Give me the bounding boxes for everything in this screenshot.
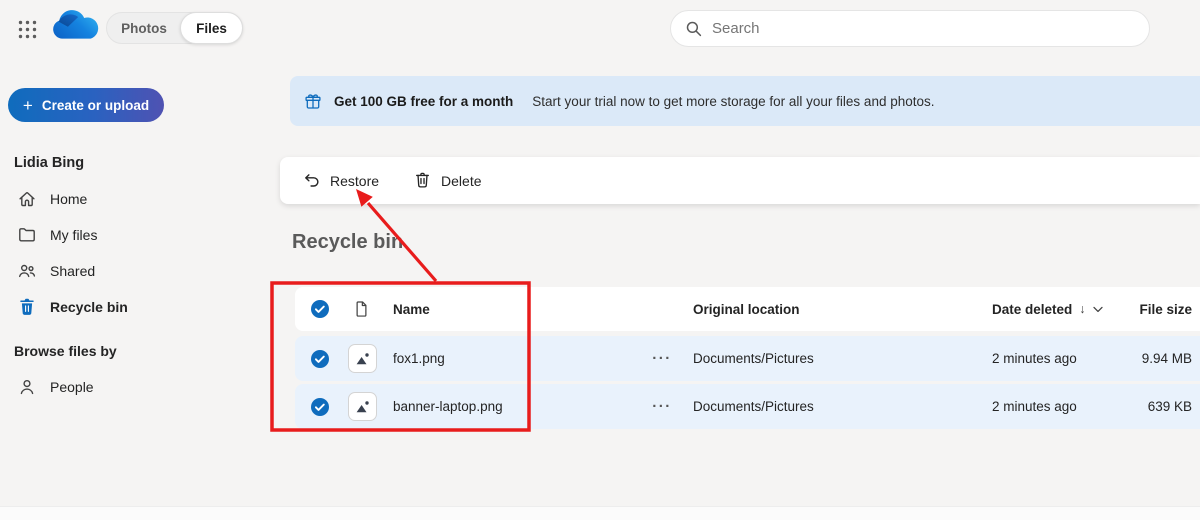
image-file-icon xyxy=(348,384,377,429)
restore-button[interactable]: Restore xyxy=(292,165,389,196)
file-type-column-icon xyxy=(352,287,371,331)
storage-promo-banner[interactable]: Get 100 GB free for a month Start your t… xyxy=(290,76,1200,126)
restore-label: Restore xyxy=(330,172,380,189)
sidebar-item-people[interactable]: People xyxy=(8,369,270,405)
content-bottom-edge xyxy=(0,506,1200,520)
page-title: Recycle bin xyxy=(292,231,404,253)
column-header-original-location[interactable]: Original location xyxy=(693,287,800,331)
banner-subtitle: Start your trial now to get more storage… xyxy=(532,93,935,109)
trash-icon xyxy=(413,171,432,190)
column-header-name[interactable]: Name xyxy=(393,287,430,331)
delete-label: Delete xyxy=(441,172,482,189)
command-toolbar: Restore Delete xyxy=(280,157,1200,204)
more-actions-button[interactable]: ··· xyxy=(646,336,678,381)
file-name[interactable]: banner-laptop.png xyxy=(393,384,503,429)
table-header-row: Name Original location Date deleted ↓ Fi… xyxy=(295,287,1200,331)
sidebar-item-label: Recycle bin xyxy=(50,299,128,315)
search-bar[interactable] xyxy=(670,10,1150,47)
create-or-upload-label: Create or upload xyxy=(41,97,150,113)
row-checkbox-selected[interactable] xyxy=(310,384,330,429)
image-file-icon xyxy=(348,336,377,381)
sidebar-item-label: Shared xyxy=(50,263,96,279)
view-toggle: Photos Files xyxy=(106,12,243,44)
restore-undo-icon xyxy=(302,171,321,190)
date-deleted-label: Date deleted xyxy=(992,301,1073,317)
folder-icon xyxy=(17,225,37,245)
search-icon xyxy=(685,20,703,38)
more-actions-button[interactable]: ··· xyxy=(646,384,678,429)
file-size: 9.94 MB xyxy=(1141,351,1192,366)
grid-dots-icon xyxy=(18,20,36,38)
browse-files-by-heading: Browse files by xyxy=(14,343,117,359)
table-row[interactable]: fox1.png ··· Documents/Pictures 2 minute… xyxy=(295,336,1200,381)
home-icon xyxy=(17,189,37,209)
sidebar-item-label: Home xyxy=(50,191,88,207)
select-all-checkbox[interactable] xyxy=(310,287,330,331)
file-name[interactable]: fox1.png xyxy=(393,336,445,381)
file-size: 639 KB xyxy=(1147,399,1192,414)
tab-photos[interactable]: Photos xyxy=(107,12,181,44)
sidebar-item-my-files[interactable]: My files xyxy=(8,217,270,253)
create-or-upload-button[interactable]: + Create or upload xyxy=(8,88,164,122)
people-icon xyxy=(17,261,37,281)
gift-icon xyxy=(303,91,323,111)
file-original-location: Documents/Pictures xyxy=(693,351,814,366)
sidebar-item-shared[interactable]: Shared xyxy=(8,253,270,289)
person-icon xyxy=(17,377,37,397)
sidebar-item-label: People xyxy=(50,379,94,395)
sidebar-item-label: My files xyxy=(50,227,98,243)
recycle-bin-icon xyxy=(17,297,37,317)
search-input[interactable] xyxy=(712,20,1135,37)
file-original-location: Documents/Pictures xyxy=(693,399,814,414)
user-name: Lidia Bing xyxy=(14,155,85,171)
sidebar-item-recycle-bin[interactable]: Recycle bin xyxy=(8,289,270,325)
onedrive-logo-icon[interactable] xyxy=(52,9,100,45)
plus-icon: + xyxy=(22,95,33,115)
tab-files[interactable]: Files xyxy=(180,12,243,44)
sidebar-item-home[interactable]: Home xyxy=(8,181,270,217)
table-row[interactable]: banner-laptop.png ··· Documents/Pictures… xyxy=(295,384,1200,429)
banner-title: Get 100 GB free for a month xyxy=(334,93,514,109)
column-header-file-size[interactable]: File size xyxy=(1062,287,1192,331)
row-checkbox-selected[interactable] xyxy=(310,336,330,381)
app-launcher-button[interactable] xyxy=(14,16,40,42)
delete-button[interactable]: Delete xyxy=(403,165,491,196)
